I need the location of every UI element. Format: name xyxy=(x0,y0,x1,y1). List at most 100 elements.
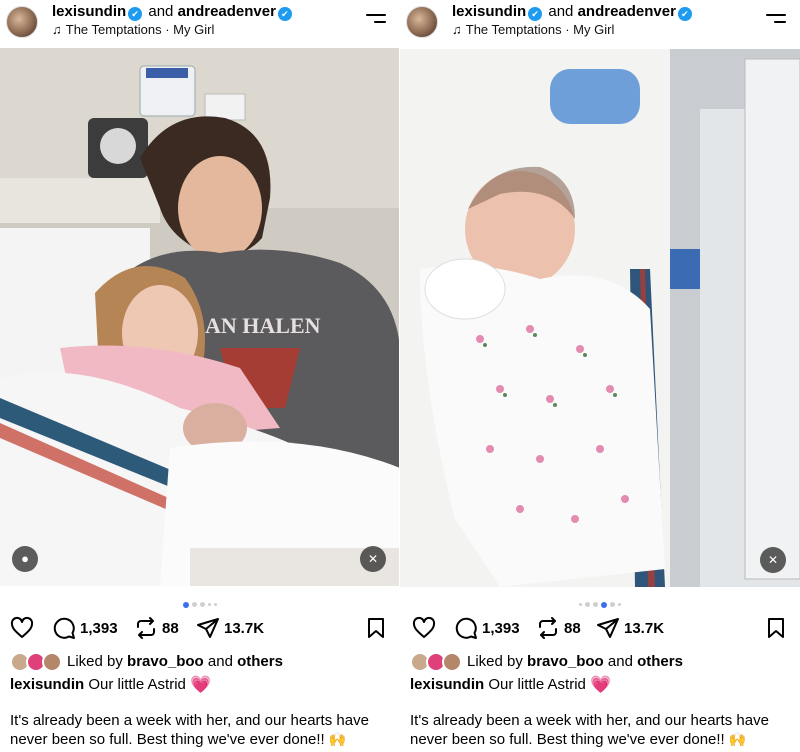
carousel-dot xyxy=(192,602,197,608)
bookmark-icon xyxy=(768,618,784,638)
username-link[interactable]: lexisundin xyxy=(452,3,526,20)
verified-icon: ✔ xyxy=(677,7,692,21)
save-button[interactable] xyxy=(764,614,788,642)
repost-button[interactable]: 88 xyxy=(536,614,581,642)
avatar[interactable] xyxy=(6,6,38,38)
hospital-couple-photo: AN HALEN xyxy=(0,48,400,586)
author-names: lexisundin ✔ and andreadenver ✔ xyxy=(452,3,694,21)
author-names: lexisundin ✔ and andreadenver ✔ xyxy=(52,3,294,21)
others-link[interactable]: others xyxy=(637,653,683,670)
caption: lexisundin Our little Astrid 💗 xyxy=(410,675,611,695)
caption-text: Our little Astrid xyxy=(488,676,586,693)
avatar[interactable] xyxy=(406,6,438,38)
caption-body: It's already been a week with her, and o… xyxy=(10,712,390,749)
bookmark-icon xyxy=(368,618,384,638)
verified-icon: ✔ xyxy=(528,7,543,21)
liked-by-prefix: Liked by xyxy=(467,653,523,670)
share-button[interactable]: 13.7K xyxy=(596,614,664,642)
comment-button[interactable]: 1,393 xyxy=(454,614,520,642)
pink-heart-emoji: 💗 xyxy=(190,675,212,694)
raised-hands-emoji: 🙌 xyxy=(728,731,747,747)
carousel-dot xyxy=(610,602,615,608)
share-button[interactable]: 13.7K xyxy=(196,614,264,642)
others-link[interactable]: others xyxy=(237,653,283,670)
carousel-dot-active xyxy=(601,601,607,608)
carousel-dot xyxy=(208,603,211,607)
post-panel-right: lexisundin ✔ and andreadenver ✔ ♫ The Tempt… xyxy=(400,0,800,752)
liker-username[interactable]: bravo_boo xyxy=(527,653,604,670)
action-bar: 1,393 88 13.7K xyxy=(0,614,400,642)
carousel-indicator xyxy=(400,596,800,608)
caption-text: Our little Astrid xyxy=(88,676,186,693)
share-count: 13.7K xyxy=(624,619,665,637)
carousel-dot xyxy=(214,603,217,607)
repost-count: 88 xyxy=(564,619,581,637)
avatar xyxy=(42,652,62,672)
liker-avatars xyxy=(10,652,66,672)
audio-track-link[interactable]: ♫ The Temptations · My Girl xyxy=(52,22,214,37)
carousel-dot xyxy=(579,603,582,607)
song-title: The Temptations · My Girl xyxy=(65,22,215,37)
like-button[interactable] xyxy=(10,614,34,642)
repost-count: 88 xyxy=(162,619,179,637)
post-header: lexisundin ✔ and andreadenver ✔ ♫ The Tempt… xyxy=(400,0,800,48)
post-header: lexisundin ✔ and andreadenver ✔ ♫ The Tempt… xyxy=(0,0,400,48)
comment-icon xyxy=(455,617,477,639)
caption-username[interactable]: lexisundin xyxy=(10,676,84,693)
verified-icon: ✔ xyxy=(277,7,292,21)
comment-count: 1,393 xyxy=(482,619,520,637)
caption-body-text: It's already been a week with her, and o… xyxy=(10,712,369,748)
caption-body-text: It's already been a week with her, and o… xyxy=(410,712,769,748)
post-panel-left: lexisundin ✔ and andreadenver ✔ ♫ The Tempt… xyxy=(0,0,400,752)
liked-by-prefix: Liked by xyxy=(67,653,123,670)
pink-heart-emoji: 💗 xyxy=(590,675,612,694)
avatar xyxy=(442,652,462,672)
music-note-icon: ♫ xyxy=(452,22,462,37)
liker-avatars xyxy=(410,652,466,672)
caption-username[interactable]: lexisundin xyxy=(410,676,484,693)
share-icon xyxy=(197,618,219,638)
coauthor-link[interactable]: andreadenver xyxy=(178,3,276,20)
mute-icon[interactable]: ✕ xyxy=(760,547,786,573)
liked-by-mid: and xyxy=(607,653,633,670)
heart-icon xyxy=(10,616,34,638)
share-icon xyxy=(597,618,619,638)
share-count: 13.7K xyxy=(224,619,265,637)
action-bar: 1,393 88 13.7K xyxy=(400,614,800,642)
repost-icon xyxy=(137,617,155,639)
audio-track-link[interactable]: ♫ The Temptations · My Girl xyxy=(452,22,614,37)
carousel-dot xyxy=(200,602,205,608)
caption-body: It's already been a week with her, and o… xyxy=(410,712,790,749)
carousel-dot-active xyxy=(183,601,189,608)
comment-count: 1,393 xyxy=(80,619,118,637)
post-image[interactable]: AN HALEN ● ✕ xyxy=(0,48,400,586)
username-link[interactable]: lexisundin xyxy=(52,3,126,20)
repost-icon xyxy=(539,617,557,639)
newborn-bassinet-photo xyxy=(400,49,800,587)
raised-hands-emoji: 🙌 xyxy=(328,731,347,747)
carousel-dot xyxy=(585,602,590,608)
menu-icon[interactable] xyxy=(766,12,786,26)
post-image[interactable]: ✕ xyxy=(400,49,800,587)
svg-text:AN HALEN: AN HALEN xyxy=(205,313,321,338)
comment-icon xyxy=(53,617,75,639)
repost-button[interactable]: 88 xyxy=(134,614,179,642)
caption: lexisundin Our little Astrid 💗 xyxy=(10,675,211,695)
menu-icon[interactable] xyxy=(366,12,386,26)
heart-icon xyxy=(412,616,436,638)
save-button[interactable] xyxy=(364,614,388,642)
verified-icon: ✔ xyxy=(128,7,143,21)
liked-by-mid: and xyxy=(207,653,233,670)
conjunction-text: and xyxy=(548,3,574,20)
conjunction-text: and xyxy=(148,3,174,20)
user-tag-icon[interactable]: ● xyxy=(12,546,38,572)
song-title: The Temptations · My Girl xyxy=(465,22,615,37)
like-button[interactable] xyxy=(412,614,436,642)
music-note-icon: ♫ xyxy=(52,22,62,37)
comment-button[interactable]: 1,393 xyxy=(52,614,118,642)
liker-username[interactable]: bravo_boo xyxy=(127,653,204,670)
carousel-dot xyxy=(593,602,598,608)
mute-icon[interactable]: ✕ xyxy=(360,546,386,572)
coauthor-link[interactable]: andreadenver xyxy=(578,3,676,20)
carousel-dot xyxy=(618,603,621,607)
